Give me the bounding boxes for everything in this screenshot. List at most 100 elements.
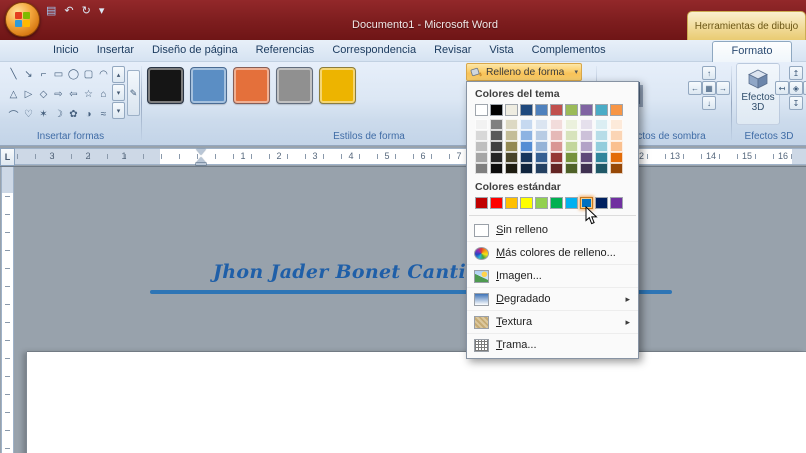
tab-vista[interactable]: Vista — [480, 40, 522, 62]
tab-correspondencia[interactable]: Correspondencia — [323, 40, 425, 62]
shape-icon[interactable]: ✶ — [36, 104, 51, 124]
color-swatch[interactable] — [505, 130, 518, 141]
color-swatch[interactable] — [580, 104, 593, 116]
color-swatch[interactable] — [550, 163, 563, 174]
tab-formato[interactable]: Formato — [712, 41, 792, 62]
color-swatch[interactable] — [610, 152, 623, 163]
save-icon[interactable]: ▤ — [46, 5, 56, 17]
tab-referencias[interactable]: Referencias — [247, 40, 324, 62]
color-swatch[interactable] — [610, 130, 623, 141]
color-swatch[interactable] — [565, 163, 578, 174]
shape-icon[interactable]: ╲ — [6, 64, 21, 84]
color-swatch[interactable] — [610, 163, 623, 174]
color-swatch[interactable] — [535, 197, 548, 209]
color-swatch[interactable] — [505, 119, 518, 130]
color-swatch[interactable] — [565, 130, 578, 141]
tab-revisar[interactable]: Revisar — [425, 40, 480, 62]
color-swatch[interactable] — [490, 104, 503, 116]
color-swatch[interactable] — [580, 119, 593, 130]
color-swatch[interactable] — [505, 163, 518, 174]
nudge-shadow-left-button[interactable]: ← — [688, 81, 702, 95]
tab-insertar[interactable]: Insertar — [88, 40, 143, 62]
shape-icon[interactable]: ▢ — [81, 64, 96, 84]
color-swatch[interactable] — [610, 141, 623, 152]
color-swatch[interactable] — [580, 130, 593, 141]
shape-icon[interactable]: ☽ — [51, 104, 66, 124]
color-swatch[interactable] — [550, 130, 563, 141]
shape-style-preset-1[interactable] — [147, 67, 184, 104]
shape-icon[interactable]: ⌒ — [6, 104, 21, 124]
shape-icon[interactable]: ↘ — [21, 64, 36, 84]
tilt-3d-down-button[interactable]: ↧ — [789, 96, 803, 110]
color-swatch[interactable] — [475, 163, 488, 174]
color-swatch[interactable] — [550, 119, 563, 130]
tab-complementos[interactable]: Complementos — [523, 40, 615, 62]
shape-icon[interactable]: ◯ — [66, 64, 81, 84]
scroll-more-icon[interactable]: ▾ — [112, 102, 125, 119]
color-swatch[interactable] — [550, 197, 563, 209]
shape-icon[interactable]: ≈ — [96, 104, 111, 124]
color-swatch[interactable] — [595, 163, 608, 174]
color-swatch[interactable] — [535, 163, 548, 174]
shape-icon[interactable]: ⌂ — [96, 84, 111, 104]
color-swatch[interactable] — [565, 152, 578, 163]
shape-style-preset-2[interactable] — [190, 67, 227, 104]
effects-3d-button[interactable]: Efectos 3D — [736, 63, 780, 125]
color-swatch[interactable] — [475, 197, 488, 209]
shape-icon[interactable]: ⇨ — [51, 84, 66, 104]
office-button[interactable] — [5, 2, 40, 37]
scroll-down-icon[interactable]: ▾ — [112, 84, 125, 101]
color-swatch[interactable] — [520, 197, 533, 209]
shape-icon[interactable]: ⌐ — [36, 64, 51, 84]
menu-item-imagen[interactable]: Imagen... — [467, 264, 638, 287]
color-swatch[interactable] — [475, 104, 488, 116]
shape-icon[interactable]: ▷ — [21, 84, 36, 104]
color-swatch[interactable] — [610, 197, 623, 209]
shape-icon[interactable]: ◑ — [81, 104, 96, 124]
color-swatch[interactable] — [490, 119, 503, 130]
color-swatch[interactable] — [610, 119, 623, 130]
tab-inicio[interactable]: Inicio — [44, 40, 88, 62]
nudge-shadow-up-button[interactable]: ↑ — [702, 66, 716, 80]
shape-icon[interactable]: ◇ — [36, 84, 51, 104]
menu-item-degradado[interactable]: Degradado ▸ — [467, 287, 638, 310]
shape-style-preset-4[interactable] — [276, 67, 313, 104]
edit-shape-button[interactable]: ✎ — [127, 70, 140, 116]
color-swatch[interactable] — [565, 104, 578, 116]
menu-item-más-colores-de-relleno[interactable]: Más colores de relleno... — [467, 241, 638, 264]
tilt-3d-up-button[interactable]: ↥ — [789, 66, 803, 80]
color-swatch[interactable] — [535, 130, 548, 141]
toggle-3d-button[interactable]: ◈ — [789, 81, 803, 95]
color-swatch[interactable] — [505, 104, 518, 116]
document-heading[interactable]: Jhon Jader Bonet Cantillo — [213, 261, 494, 283]
color-swatch[interactable] — [490, 141, 503, 152]
color-swatch[interactable] — [595, 104, 608, 116]
color-swatch[interactable] — [550, 104, 563, 116]
shape-style-preset-3[interactable] — [233, 67, 270, 104]
shape-icon[interactable]: ♡ — [21, 104, 36, 124]
color-swatch[interactable] — [520, 152, 533, 163]
color-swatch[interactable] — [565, 141, 578, 152]
color-swatch[interactable] — [580, 152, 593, 163]
color-swatch[interactable] — [490, 163, 503, 174]
tilt-3d-left-button[interactable]: ↤ — [775, 81, 789, 95]
document-page[interactable] — [27, 352, 806, 453]
menu-item-sin-relleno[interactable]: Sin relleno — [467, 219, 638, 241]
toggle-shadow-button[interactable]: ▦ — [702, 81, 716, 95]
color-swatch[interactable] — [520, 119, 533, 130]
left-indent-marker[interactable] — [196, 163, 206, 165]
tab-diseño-de-página[interactable]: Diseño de página — [143, 40, 247, 62]
color-swatch[interactable] — [520, 104, 533, 116]
menu-item-trama[interactable]: Trama... — [467, 333, 638, 356]
first-line-indent-marker[interactable] — [196, 149, 206, 155]
shape-style-preset-5[interactable] — [319, 67, 356, 104]
color-swatch[interactable] — [505, 141, 518, 152]
color-swatch[interactable] — [505, 197, 518, 209]
shape-fill-button[interactable]: Relleno de forma ▾ — [466, 63, 582, 81]
shape-icon[interactable]: ⇦ — [66, 84, 81, 104]
color-swatch[interactable] — [520, 141, 533, 152]
nudge-shadow-right-button[interactable]: → — [716, 81, 730, 95]
scroll-up-icon[interactable]: ▴ — [112, 66, 125, 83]
shape-icon[interactable]: ▭ — [51, 64, 66, 84]
color-swatch[interactable] — [475, 152, 488, 163]
